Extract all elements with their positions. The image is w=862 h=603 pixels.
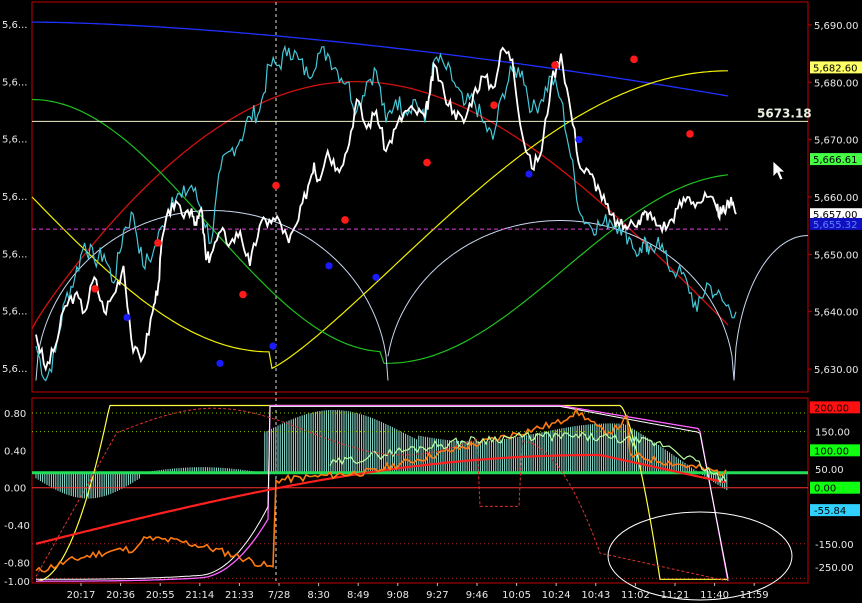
swing-low-marker	[325, 262, 333, 270]
time-axis-label: 21:14	[185, 590, 214, 601]
time-axis-label: 20:17	[67, 590, 96, 601]
price-axis-label: 5,630.00	[814, 365, 859, 376]
time-axis-label: 10:05	[502, 590, 531, 601]
price-tag-label: 5,655.32	[813, 220, 858, 231]
swing-high-marker	[686, 130, 694, 138]
swing-high-marker	[239, 290, 247, 299]
oscillator-left-label: 0.40	[4, 446, 26, 457]
time-axis-label: 8:49	[347, 590, 369, 601]
price-axis-label: 5,690.00	[814, 21, 859, 32]
time-axis-label: 9:27	[426, 590, 448, 601]
price-axis-left-label: 5,6...	[2, 192, 27, 203]
swing-high-marker	[551, 61, 559, 69]
price-tag-label: 5,682.60	[813, 63, 858, 74]
time-axis-label: 11:40	[700, 590, 729, 601]
time-axis-label: 21:33	[225, 590, 254, 601]
price-axis-left-label: 5,6...	[2, 249, 27, 260]
swing-low-marker	[575, 136, 583, 144]
oscillator-right-label: -250.00	[815, 563, 854, 574]
oscillator-left-label: -0.80	[4, 558, 30, 569]
time-axis-label: 10:43	[581, 590, 610, 601]
oscillator-tag-label: 100.00	[814, 446, 849, 457]
time-axis-label: 20:36	[106, 590, 135, 601]
time-axis-label: 11:59	[740, 590, 769, 601]
oscillator-tag-label: -55.84	[814, 506, 846, 517]
time-axis-label: 9:08	[387, 590, 409, 601]
time-axis-label: 20:55	[146, 590, 175, 601]
price-tag-label: 5,666.61	[813, 155, 858, 166]
oscillator-right-label: 150.00	[815, 428, 850, 439]
time-axis-label: 9:46	[466, 590, 488, 601]
swing-high-marker	[272, 181, 280, 190]
price-axis-left-label: 5,6...	[2, 77, 27, 88]
swing-high-marker	[91, 284, 99, 293]
time-axis-label: 7/28	[268, 590, 290, 601]
oscillator-left-label: 0.80	[4, 409, 26, 420]
time-axis-label: 10:24	[542, 590, 571, 601]
price-axis-left-label: 5,6...	[2, 20, 27, 31]
oscillator-right-label: 50.00	[815, 465, 844, 476]
time-axis-label: 11:02	[621, 590, 650, 601]
swing-high-marker	[630, 55, 638, 64]
swing-low-marker	[372, 273, 380, 281]
swing-high-marker	[490, 101, 498, 110]
time-axis-label: 8:30	[307, 590, 329, 601]
time-axis-label: 11:21	[661, 590, 690, 601]
price-axis-left-label: 5,6...	[2, 307, 27, 318]
swing-low-marker	[216, 359, 224, 367]
price-axis-label: 5,660.00	[814, 193, 859, 204]
swing-high-marker	[154, 239, 162, 247]
price-axis-label: 5,650.00	[814, 250, 859, 261]
price-axis-label: 5,680.00	[814, 78, 859, 89]
chart-canvas: 5673.18 5,630.00 5,640.00 5,650.00 5,660.00…	[0, 0, 862, 603]
oscillator-right-label: -150.00	[815, 540, 854, 551]
oscillator-left-label: 0.00	[4, 484, 26, 495]
oscillator-left-label: -0.40	[4, 521, 30, 532]
level-line-label: 5673.18	[757, 106, 812, 120]
price-axis-left-label: 5,6...	[2, 135, 27, 146]
price-axis-left-label: 5,6...	[2, 364, 27, 375]
swing-high-marker	[341, 216, 349, 224]
swing-low-marker	[269, 342, 277, 350]
oscillator-tag-label: 0.00	[814, 484, 836, 495]
oscillator-left-label: -1.00	[4, 577, 30, 588]
price-axis-label: 5,670.00	[814, 136, 859, 147]
oscillator-tag-label: 200.00	[814, 403, 849, 414]
swing-low-marker	[525, 170, 533, 178]
swing-low-marker	[123, 313, 131, 322]
swing-high-marker	[423, 158, 431, 167]
price-axis-label: 5,640.00	[814, 308, 859, 319]
